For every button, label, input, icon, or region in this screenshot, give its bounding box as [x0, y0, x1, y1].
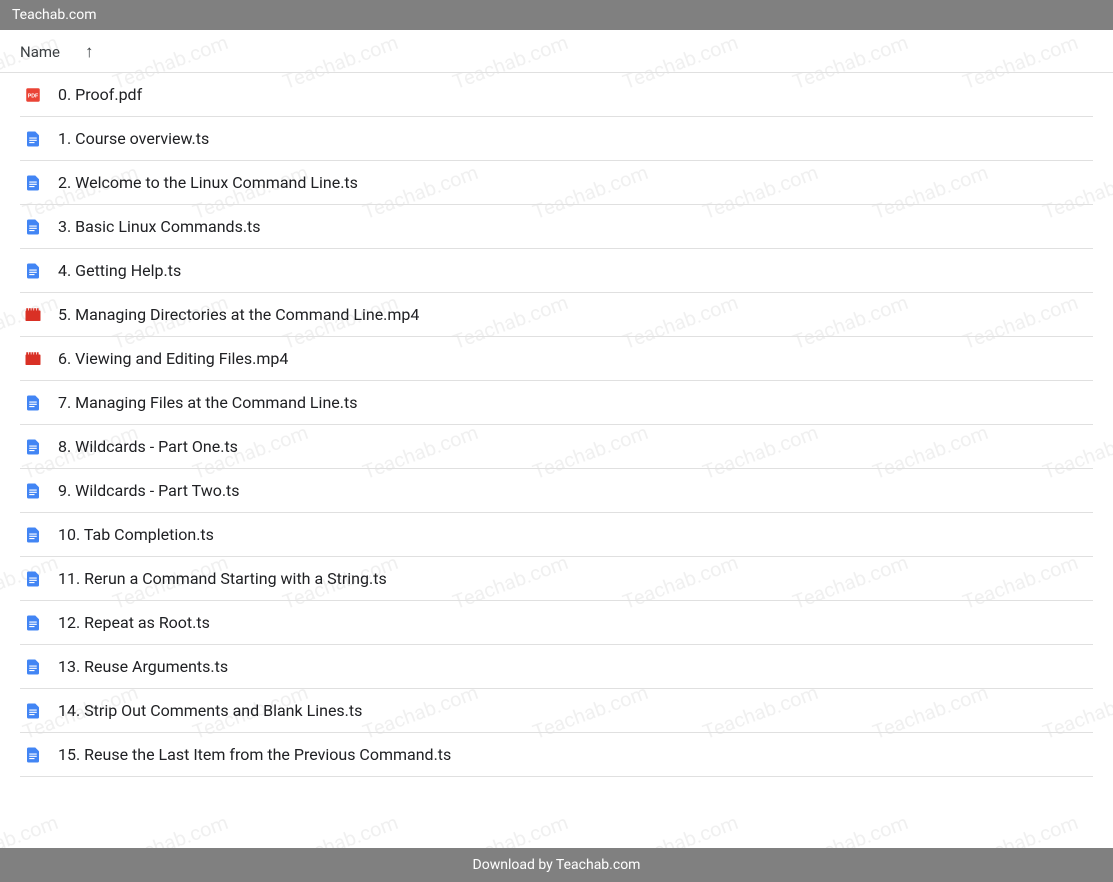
doc-file-icon: [24, 174, 42, 192]
file-name: 14. Strip Out Comments and Blank Lines.t…: [58, 701, 362, 720]
file-name: 7. Managing Files at the Command Line.ts: [58, 393, 357, 412]
file-name: 3. Basic Linux Commands.ts: [58, 217, 261, 236]
file-row[interactable]: 8. Wildcards - Part One.ts: [20, 425, 1093, 469]
file-row[interactable]: 12. Repeat as Root.ts: [20, 601, 1093, 645]
file-row[interactable]: 11. Rerun a Command Starting with a Stri…: [20, 557, 1093, 601]
file-name: 2. Welcome to the Linux Command Line.ts: [58, 173, 358, 192]
watermark-text: Teachab.com: [0, 810, 61, 848]
footer-text: Download by Teachab.com: [473, 857, 641, 873]
file-name: 10. Tab Completion.ts: [58, 525, 214, 544]
doc-file-icon: [24, 570, 42, 588]
file-row[interactable]: 2. Welcome to the Linux Command Line.ts: [20, 161, 1093, 205]
file-row[interactable]: 5. Managing Directories at the Command L…: [20, 293, 1093, 337]
doc-file-icon: [24, 746, 42, 764]
file-row[interactable]: 10. Tab Completion.ts: [20, 513, 1093, 557]
watermark-text: Teachab.com: [790, 810, 912, 848]
file-name: 4. Getting Help.ts: [58, 261, 181, 280]
doc-file-icon: [24, 262, 42, 280]
file-name: 15. Reuse the Last Item from the Previou…: [58, 745, 451, 764]
column-name-header[interactable]: Name: [20, 43, 60, 61]
svg-text:PDF: PDF: [28, 93, 39, 99]
file-row[interactable]: 1. Course overview.ts: [20, 117, 1093, 161]
doc-file-icon: [24, 614, 42, 632]
watermark-text: Teachab.com: [280, 810, 402, 848]
video-file-icon: [24, 306, 42, 324]
watermark-text: Teachab.com: [110, 810, 232, 848]
file-name: 0. Proof.pdf: [58, 85, 142, 104]
header-bar: Teachab.com: [0, 0, 1113, 30]
file-name: 8. Wildcards - Part One.ts: [58, 437, 238, 456]
file-name: 9. Wildcards - Part Two.ts: [58, 481, 240, 500]
file-row[interactable]: 4. Getting Help.ts: [20, 249, 1093, 293]
pdf-file-icon: PDF: [24, 86, 42, 104]
doc-file-icon: [24, 658, 42, 676]
watermark-text: Teachab.com: [450, 810, 572, 848]
footer-bar: Download by Teachab.com: [0, 848, 1113, 882]
sort-ascending-icon[interactable]: ↑: [85, 42, 94, 62]
file-row[interactable]: 7. Managing Files at the Command Line.ts: [20, 381, 1093, 425]
doc-file-icon: [24, 702, 42, 720]
file-name: 6. Viewing and Editing Files.mp4: [58, 349, 288, 368]
file-row[interactable]: 3. Basic Linux Commands.ts: [20, 205, 1093, 249]
file-row[interactable]: 14. Strip Out Comments and Blank Lines.t…: [20, 689, 1093, 733]
video-file-icon: [24, 350, 42, 368]
file-row[interactable]: 13. Reuse Arguments.ts: [20, 645, 1093, 689]
doc-file-icon: [24, 130, 42, 148]
file-name: 11. Rerun a Command Starting with a Stri…: [58, 569, 387, 588]
watermark-text: Teachab.com: [620, 810, 742, 848]
file-row[interactable]: 15. Reuse the Last Item from the Previou…: [20, 733, 1093, 777]
content-area: Name ↑ PDF 0. Proof.pdf 1. Course overview…: [0, 30, 1113, 777]
file-row[interactable]: 6. Viewing and Editing Files.mp4: [20, 337, 1093, 381]
doc-file-icon: [24, 526, 42, 544]
file-list: PDF 0. Proof.pdf 1. Course overview.ts 2. W…: [0, 73, 1113, 777]
file-row[interactable]: PDF 0. Proof.pdf: [20, 73, 1093, 117]
doc-file-icon: [24, 394, 42, 412]
file-name: 12. Repeat as Root.ts: [58, 613, 210, 632]
doc-file-icon: [24, 218, 42, 236]
file-name: 13. Reuse Arguments.ts: [58, 657, 228, 676]
file-name: 5. Managing Directories at the Command L…: [58, 305, 419, 324]
header-title: Teachab.com: [12, 7, 97, 23]
file-row[interactable]: 9. Wildcards - Part Two.ts: [20, 469, 1093, 513]
doc-file-icon: [24, 438, 42, 456]
column-header-row[interactable]: Name ↑: [0, 30, 1113, 73]
doc-file-icon: [24, 482, 42, 500]
watermark-text: Teachab.com: [960, 810, 1082, 848]
file-name: 1. Course overview.ts: [58, 129, 209, 148]
